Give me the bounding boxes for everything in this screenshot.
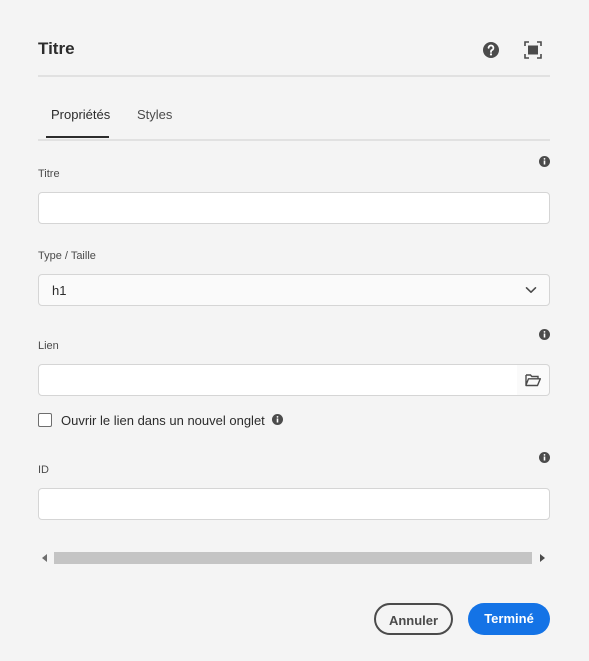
type-size-value: h1 [52, 283, 67, 298]
title-field-label: Titre [38, 168, 60, 180]
link-field-label: Lien [38, 340, 59, 352]
fullscreen-icon[interactable] [524, 41, 542, 59]
new-tab-checkbox[interactable] [38, 413, 52, 427]
tab-list: Propriétés Styles [38, 100, 550, 141]
done-button-label: Terminé [484, 611, 534, 626]
title-input[interactable] [38, 192, 550, 224]
cancel-button-label: Annuler [388, 613, 439, 628]
help-icon[interactable] [482, 41, 500, 59]
cancel-button[interactable]: Annuler [374, 603, 453, 635]
new-tab-checkbox-label: Ouvrir le lien dans un nouvel onglet [61, 413, 265, 428]
link-input[interactable] [38, 364, 518, 396]
info-icon[interactable] [539, 452, 550, 463]
browse-button[interactable] [517, 364, 550, 396]
scrollbar-thumb[interactable] [54, 552, 532, 564]
info-icon[interactable] [539, 329, 550, 340]
done-button[interactable]: Terminé [468, 603, 550, 635]
type-field-label: Type / Taille [38, 250, 96, 262]
scroll-left-arrow-icon[interactable] [42, 554, 47, 562]
dialog: Titre Propriétés Styles Titre Type / Tai… [0, 0, 589, 661]
scroll-right-arrow-icon[interactable] [540, 554, 545, 562]
id-input[interactable] [38, 488, 550, 520]
info-icon[interactable] [272, 414, 283, 425]
dialog-header: Titre [38, 30, 550, 77]
tab-properties[interactable]: Propriétés [51, 107, 110, 122]
type-size-select[interactable]: h1 [38, 274, 550, 306]
info-icon[interactable] [539, 156, 550, 167]
tab-active-indicator [46, 136, 109, 138]
horizontal-scrollbar[interactable] [38, 549, 550, 567]
dialog-title: Titre [38, 39, 75, 58]
chevron-down-icon [525, 287, 537, 293]
tab-styles[interactable]: Styles [137, 107, 172, 122]
id-field-label: ID [38, 464, 49, 476]
folder-open-icon [525, 374, 541, 387]
